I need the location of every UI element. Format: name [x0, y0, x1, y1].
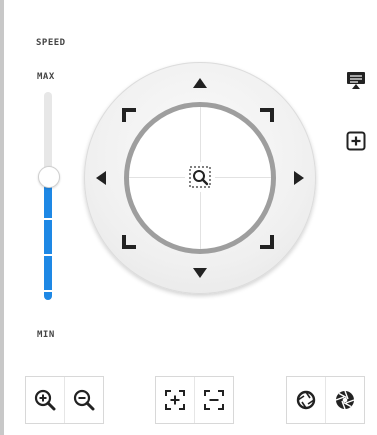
- arrow-left-icon: [96, 171, 106, 185]
- iris-group: [286, 376, 365, 424]
- zoom-group: [25, 376, 104, 424]
- zoom-area-icon: [189, 166, 211, 188]
- pan-down-right-button[interactable]: [256, 231, 278, 253]
- arrow-down-right-icon: [260, 235, 274, 249]
- pan-down-left-button[interactable]: [118, 231, 140, 253]
- speed-slider-thumb[interactable]: [38, 166, 60, 188]
- zoom-in-icon: [34, 389, 56, 411]
- zoom-in-button[interactable]: [26, 377, 64, 423]
- arrow-down-left-icon: [122, 235, 136, 249]
- focus-far-icon: [204, 390, 224, 410]
- iris-close-icon: [335, 390, 355, 410]
- arrow-up-left-icon: [122, 108, 136, 122]
- pan-up-right-button[interactable]: [256, 104, 278, 126]
- zoom-out-icon: [73, 389, 95, 411]
- speed-max-label: MAX: [37, 72, 55, 82]
- arrow-down-icon: [193, 268, 207, 278]
- add-preset-button[interactable]: [345, 130, 367, 152]
- pan-down-button[interactable]: [189, 262, 211, 284]
- iris-open-icon: [296, 390, 316, 410]
- presentation-icon: [347, 72, 365, 89]
- pan-left-button[interactable]: [90, 167, 112, 189]
- add-preset-icon: [346, 131, 366, 151]
- presentation-button[interactable]: [345, 69, 367, 91]
- speed-min-label: MIN: [37, 330, 55, 340]
- arrow-up-right-icon: [260, 108, 274, 122]
- pan-up-button[interactable]: [189, 72, 211, 94]
- focus-near-icon: [165, 390, 185, 410]
- zoom-area-button[interactable]: [185, 162, 215, 192]
- speed-title: SPEED: [36, 38, 66, 48]
- speed-slider-fill: [44, 184, 52, 300]
- iris-open-button[interactable]: [287, 377, 325, 423]
- arrow-right-icon: [294, 171, 304, 185]
- zoom-out-button[interactable]: [64, 377, 103, 423]
- pan-right-button[interactable]: [288, 167, 310, 189]
- pan-up-left-button[interactable]: [118, 104, 140, 126]
- focus-near-button[interactable]: [156, 377, 194, 423]
- focus-group: [155, 376, 234, 424]
- focus-far-button[interactable]: [194, 377, 233, 423]
- left-border: [0, 0, 4, 435]
- arrow-up-icon: [193, 78, 207, 88]
- iris-close-button[interactable]: [325, 377, 364, 423]
- speed-slider-track[interactable]: [44, 92, 52, 300]
